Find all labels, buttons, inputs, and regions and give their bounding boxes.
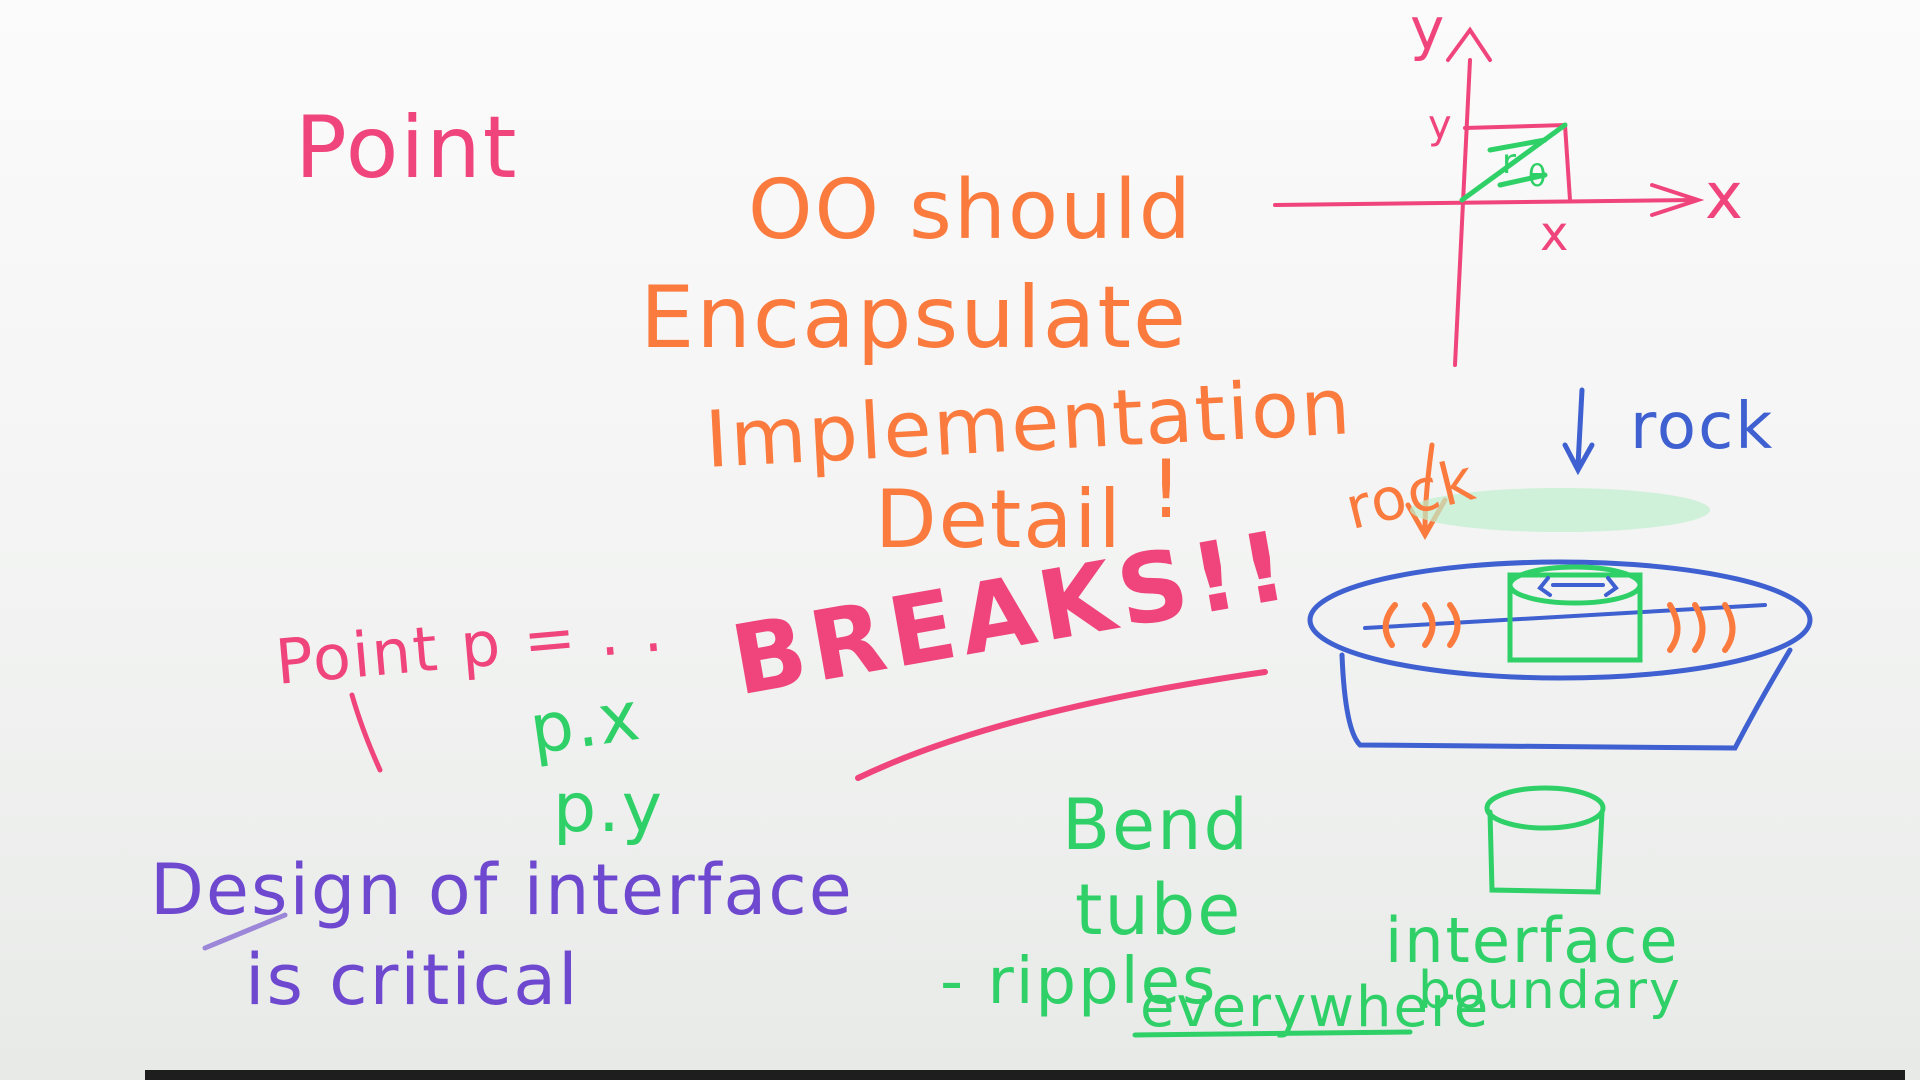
oo-should-text: OO should (748, 163, 1193, 258)
is-critical-text: is critical (245, 939, 580, 1021)
axis-x-label: x (1705, 160, 1745, 234)
marker-tray (145, 1070, 1905, 1080)
breaks-underline (855, 669, 1268, 781)
bend-text: Bend (1062, 784, 1250, 866)
boundary-text: boundary (1418, 961, 1682, 1021)
tube-text: tube (1075, 869, 1243, 951)
rock-right-text: rock (1630, 390, 1775, 464)
coord-y-label: y (1428, 102, 1454, 148)
design-of-interface-text: Design of interface (150, 849, 854, 931)
coord-x-label: x (1540, 206, 1571, 262)
tank-drawing (1307, 559, 1813, 751)
p-y-text: p.y (553, 769, 665, 848)
triangle-r-label: r (1502, 142, 1518, 182)
interface-cylinder (1484, 785, 1606, 895)
point-p-tick (349, 692, 383, 773)
detail-exclaim: ! (1150, 443, 1185, 536)
rock-arrow-right (1562, 387, 1595, 476)
encapsulate-text: Encapsulate (640, 268, 1188, 368)
whiteboard: Point OO should Encapsulate Implementati… (0, 0, 1920, 1080)
triangle-theta-label: θ (1528, 159, 1549, 194)
coordinate-axes (1273, 26, 1705, 367)
p-x-text: p.x (524, 676, 646, 771)
point-label: Point (295, 98, 519, 198)
axis-y-label: y (1410, 0, 1447, 63)
